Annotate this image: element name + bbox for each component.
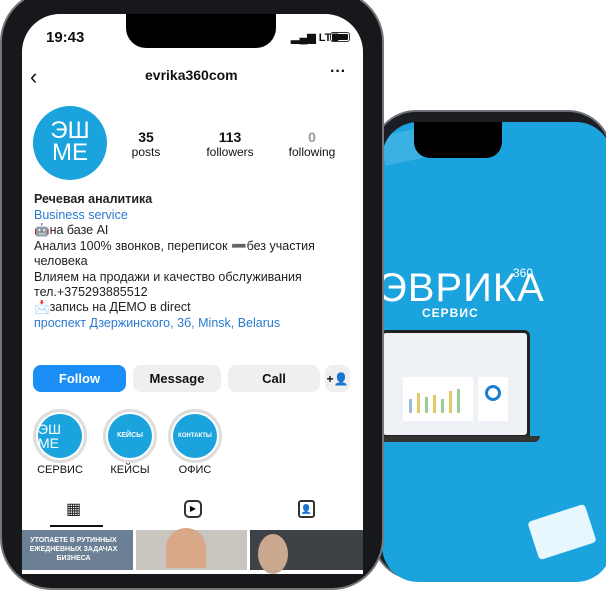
tagged-tab-icon[interactable]: 👤 <box>298 500 315 518</box>
avatar[interactable]: ЭШ МЕ <box>33 106 107 180</box>
bio-address[interactable]: проспект Дзержинского, 3б, Minsk, Belaru… <box>34 316 280 330</box>
highlight-service[interactable]: ЭШ МЕ <box>33 409 87 463</box>
reels-tab-icon[interactable]: ▶ <box>184 500 202 518</box>
message-button[interactable]: Message <box>133 365 221 392</box>
highlight-office[interactable]: КОНТАКТЫ <box>168 409 222 463</box>
promo-subtitle: СЕРВИС <box>422 306 479 320</box>
call-button[interactable]: Call <box>228 365 320 392</box>
post-thumbnail[interactable] <box>250 530 363 574</box>
grid-tab-icon[interactable]: ▦ <box>66 499 81 519</box>
laptop-image <box>380 330 530 438</box>
stat-value: 113 <box>218 129 242 145</box>
status-time: 19:43 <box>46 29 85 46</box>
stat-label: following <box>288 145 336 159</box>
stat-followers[interactable]: 113 followers <box>195 129 265 159</box>
back-arrow-icon[interactable]: ‹ <box>30 64 37 90</box>
back-phone-notch <box>414 122 502 158</box>
add-user-icon[interactable]: +👤 <box>325 365 350 392</box>
more-options-icon[interactable]: ··· <box>330 63 346 81</box>
stat-value: 0 <box>308 129 316 145</box>
post-caption: УТОПАЕТЕ В РУТИННЫХ ЕЖЕДНЕВНЫХ ЗАДАЧАХ Б… <box>29 537 118 562</box>
active-tab-indicator <box>50 525 103 527</box>
avatar-text-bottom: МЕ <box>52 139 88 166</box>
bio-line: 🤖на базе AI <box>34 223 109 237</box>
stat-following[interactable]: 0 following <box>277 129 347 159</box>
post-thumbnail[interactable] <box>136 528 247 570</box>
bio-line: Влияем на продажи и качество обслуживани… <box>34 270 302 284</box>
bio-line: 📩запись на ДЕМО в direct <box>34 300 191 314</box>
profile-username: evrika360com <box>145 67 238 83</box>
bio-line: тел.+375293885512 <box>34 285 148 299</box>
bio-line: Анализ 100% звонков, переписок ➖без учас… <box>34 239 315 253</box>
promo-brand-sup: 360 <box>513 266 534 280</box>
laptop-base <box>376 436 540 442</box>
stat-label: posts <box>131 145 161 159</box>
signal-icon: ▂▄▆ <box>291 32 316 44</box>
bio-category[interactable]: Business service <box>34 208 128 222</box>
stat-label: followers <box>206 145 254 159</box>
battery-icon <box>330 32 350 42</box>
post-thumbnail[interactable]: УТОПАЕТЕ В РУТИННЫХ ЕЖЕДНЕВНЫХ ЗАДАЧАХ Б… <box>22 530 133 570</box>
stat-value: 35 <box>138 129 154 145</box>
highlight-cover: КОНТАКТЫ <box>173 414 217 458</box>
bio-name: Речевая аналитика <box>34 192 153 206</box>
follow-button[interactable]: Follow <box>33 365 126 392</box>
highlight-cover: ЭШ МЕ <box>38 414 82 458</box>
highlight-cases[interactable]: КЕЙСЫ <box>103 409 157 463</box>
highlight-cover: КЕЙСЫ <box>108 414 152 458</box>
highlight-label: ОФИС <box>178 464 212 476</box>
stat-posts[interactable]: 35 posts <box>116 129 176 159</box>
front-phone-notch <box>126 14 276 48</box>
highlight-label: СЕРВИС <box>37 464 83 476</box>
bio-line: человека <box>34 254 88 268</box>
highlight-label: КЕЙСЫ <box>110 464 150 476</box>
